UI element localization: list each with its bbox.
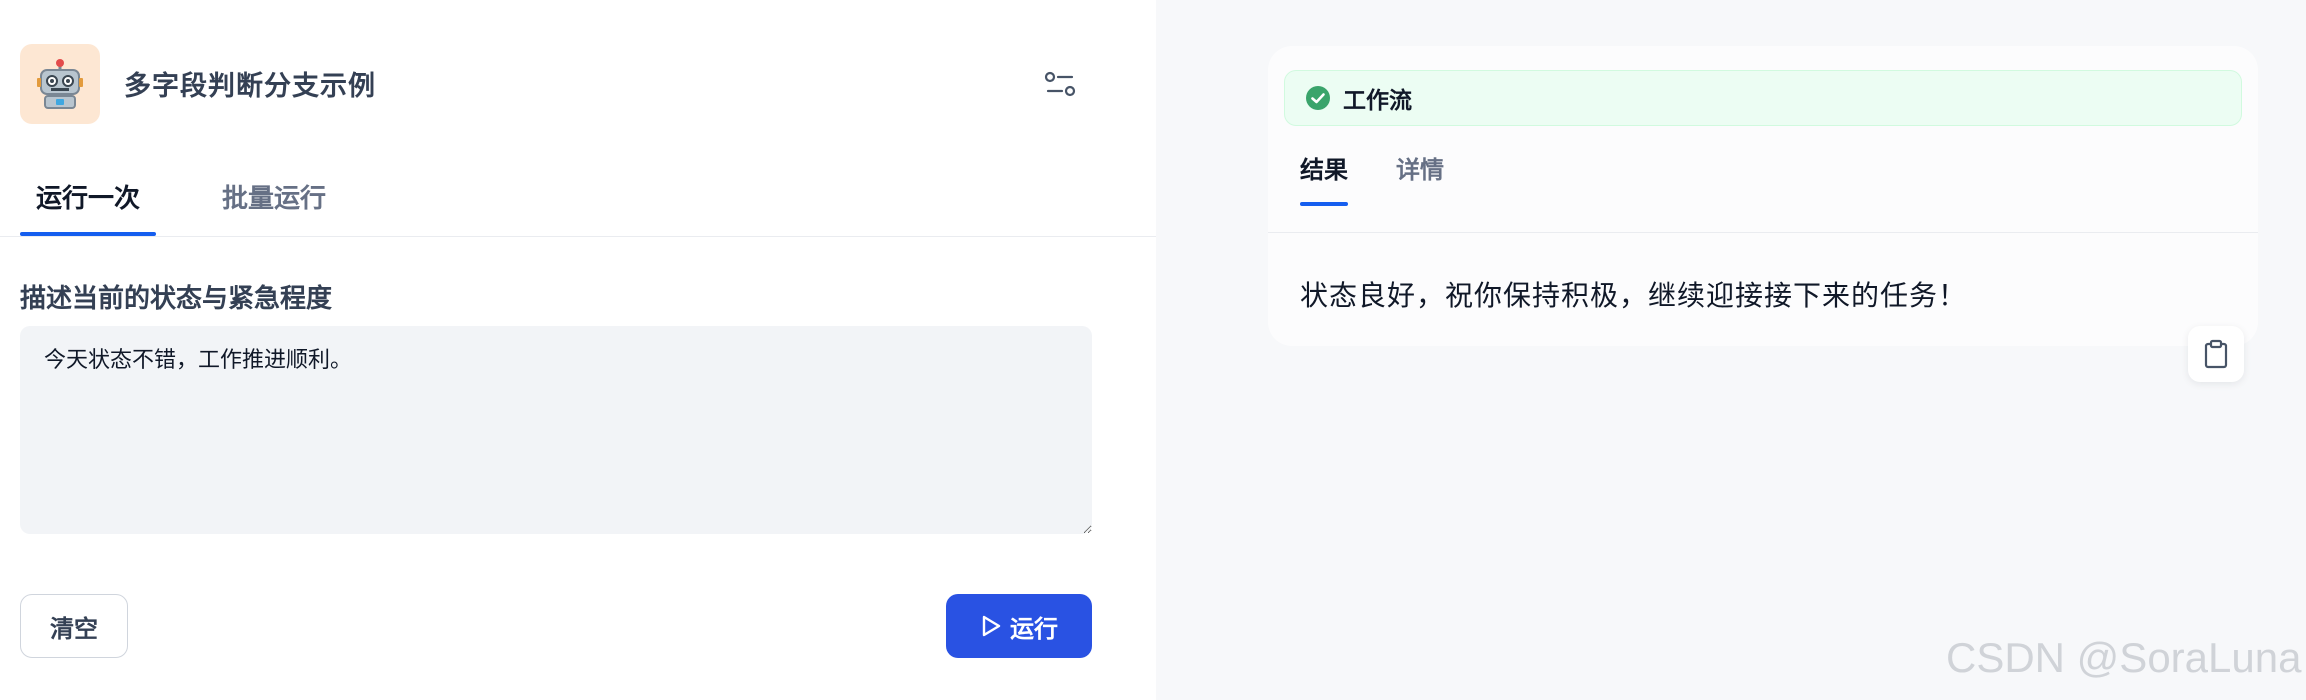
run-panel: 多字段判断分支示例 运行一次 批量运行 描述当前的状态与紧急程度 今天状态不错，… (0, 0, 1156, 700)
run-button[interactable]: 运行 (946, 594, 1092, 658)
check-circle-icon (1306, 86, 1330, 110)
result-output: 状态良好，祝你保持积极，继续迎接接下来的任务！ (1300, 279, 1968, 312)
result-divider (1268, 232, 2258, 233)
copy-button[interactable] (2188, 326, 2244, 382)
tab-batch-run[interactable]: 批量运行 (206, 176, 342, 236)
workflow-label: 工作流 (1343, 88, 1412, 114)
tab-result[interactable]: 结果 (1300, 150, 1348, 206)
result-tabs: 结果 详情 (1300, 150, 1444, 206)
robot-icon (37, 59, 83, 109)
app-icon (20, 44, 100, 124)
play-icon (982, 615, 1001, 637)
field-label: 描述当前的状态与紧急程度 (20, 284, 333, 314)
tab-run-once[interactable]: 运行一次 (20, 176, 157, 236)
run-button-label: 运行 (1010, 614, 1058, 643)
clipboard-icon (2204, 339, 2228, 369)
app-title: 多字段判断分支示例 (124, 71, 376, 102)
workflow-status-bar[interactable]: 工作流 (1284, 70, 2242, 126)
tab-divider (0, 236, 1156, 237)
tab-details[interactable]: 详情 (1396, 150, 1444, 206)
result-card: 工作流 结果 详情 状态良好，祝你保持积极，继续迎接接下来的任务！ (1268, 46, 2258, 346)
watermark: CSDN @SoraLuna (1946, 634, 2302, 681)
status-input[interactable]: 今天状态不错，工作推进顺利。 (20, 326, 1092, 534)
settings-sliders-icon[interactable] (1040, 66, 1080, 102)
clear-button[interactable]: 清空 (20, 594, 128, 658)
run-mode-tabs: 运行一次 批量运行 (20, 176, 342, 236)
